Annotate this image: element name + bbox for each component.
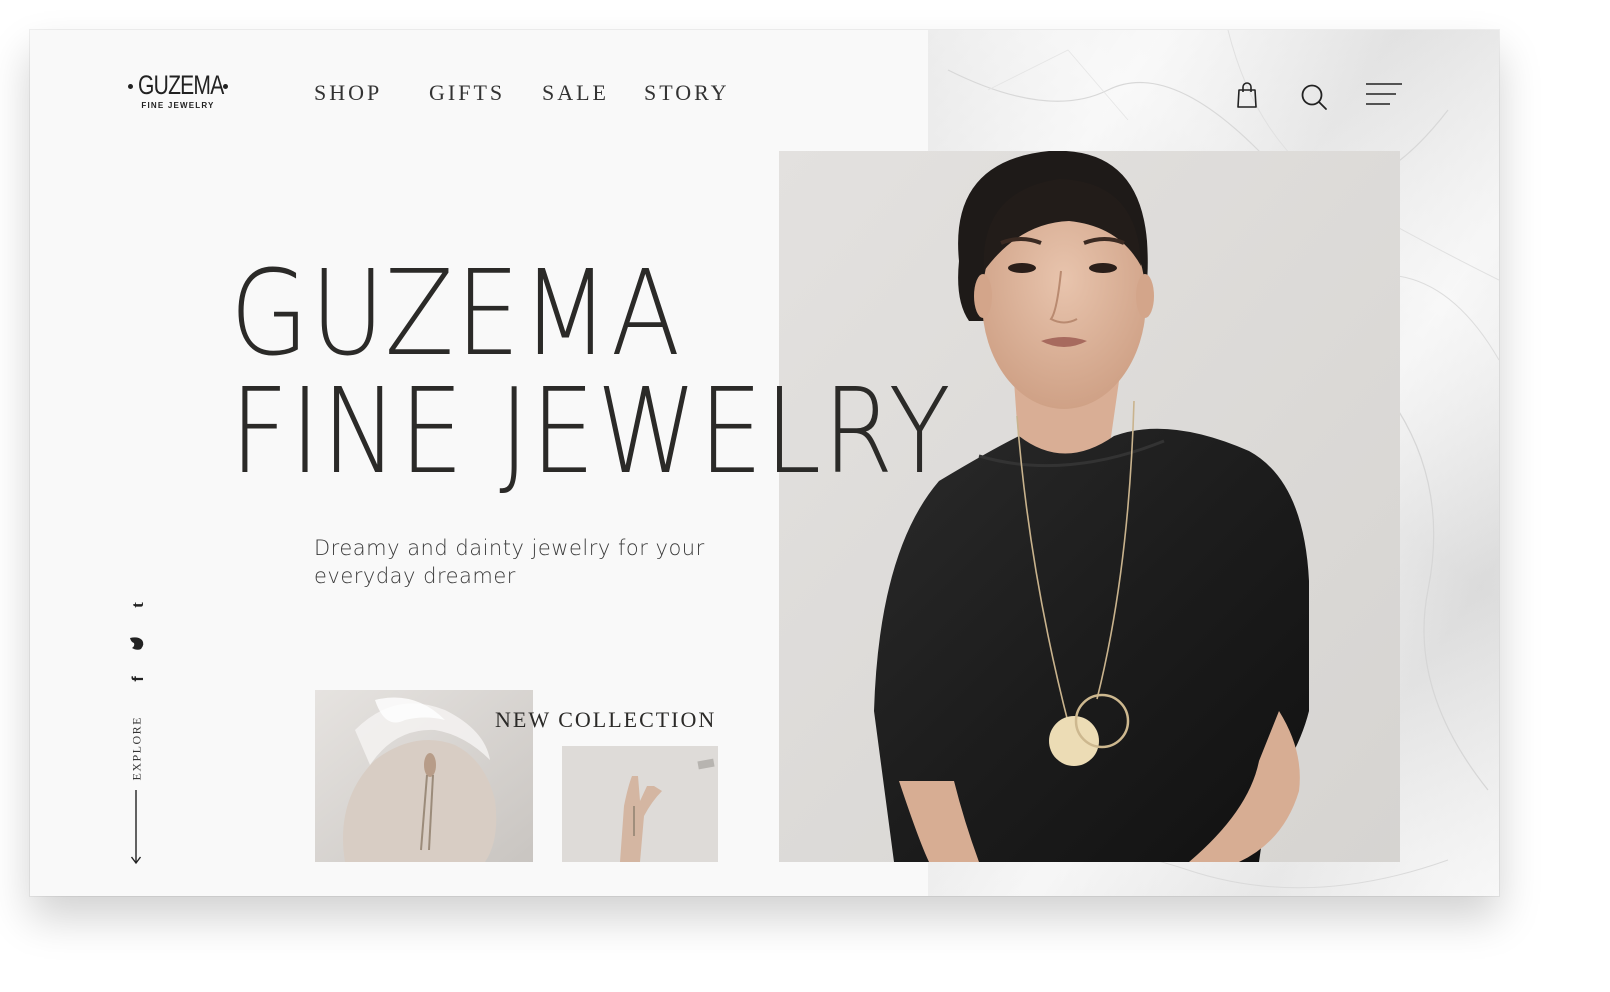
hero-title: GUZEMA FINE JEWELRY (230, 254, 1070, 490)
shopping-bag-icon[interactable] (1236, 81, 1258, 113)
hero-title-line1: GUZEMA (230, 244, 683, 382)
nav-item-story[interactable]: STORY (644, 80, 730, 106)
hero-subtitle: Dreamy and dainty jewelry for your every… (314, 536, 705, 588)
collection-image-ring[interactable] (562, 746, 718, 862)
new-collection-link[interactable]: NEW COLLECTION (495, 707, 716, 733)
brand-logo[interactable]: GUZEMA FINE JEWELRY (126, 70, 230, 110)
explore-label: EXPLORE (129, 716, 144, 781)
nav-item-gifts[interactable]: GIFTS (429, 80, 505, 106)
svg-text:f: f (130, 676, 147, 682)
nav-item-sale[interactable]: SALE (542, 80, 609, 106)
logo-dot-left (128, 84, 133, 89)
tumblr-icon[interactable]: t (126, 596, 148, 616)
logo-subtext: FINE JEWELRY (141, 101, 215, 110)
nav-item-shop[interactable]: SHOP (314, 80, 382, 106)
arrow-down-icon[interactable] (130, 790, 142, 870)
logo-dot-right (223, 84, 228, 89)
svg-text:t: t (128, 602, 147, 608)
page-frame: GUZEMA FINE JEWELRY SHOP GIFTS SALE STOR… (30, 30, 1499, 896)
search-icon[interactable] (1300, 83, 1328, 115)
hero-title-line2: FINE JEWELRY (230, 362, 953, 500)
facebook-icon[interactable]: f (126, 670, 148, 690)
explore-link[interactable]: EXPLORE (128, 716, 144, 782)
twitter-icon[interactable] (126, 634, 148, 654)
menu-icon[interactable] (1366, 82, 1404, 112)
logo-text: GUZEMA (138, 70, 224, 100)
